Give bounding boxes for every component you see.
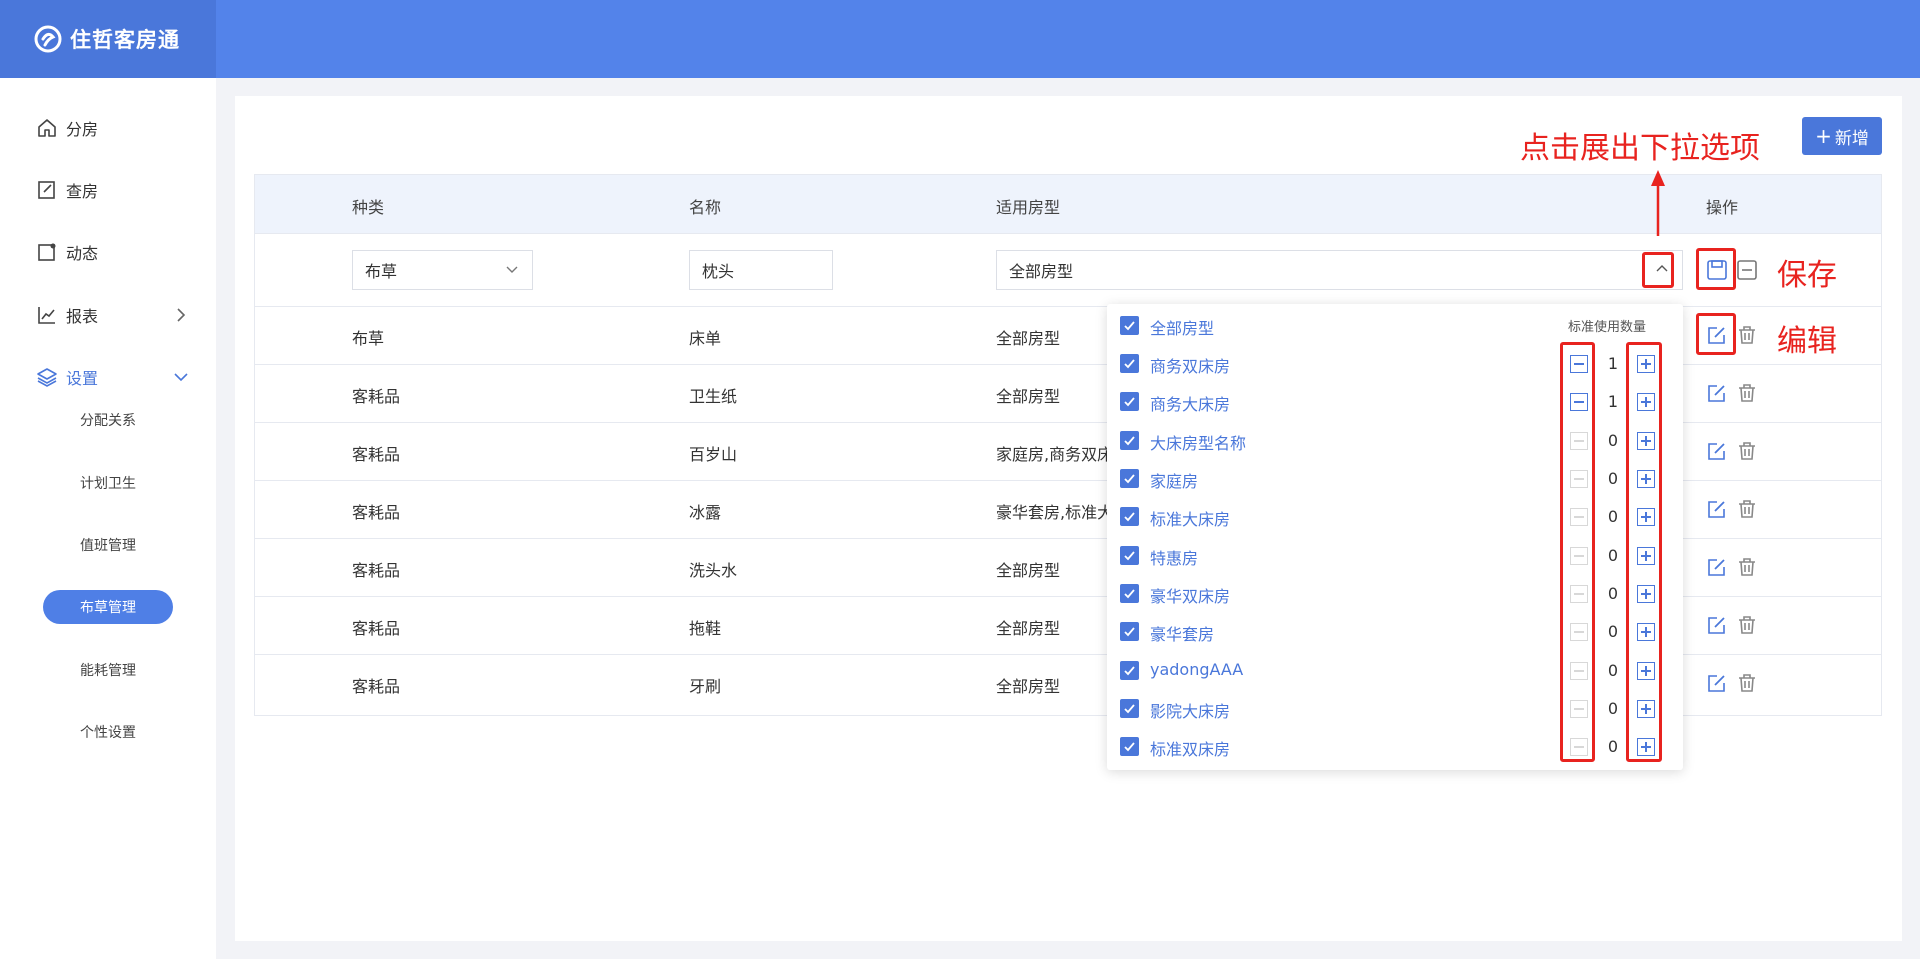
dropdown-option[interactable]: 影院大床房 0 — [1107, 690, 1683, 728]
nav-label: 查房 — [66, 182, 99, 201]
quantity-value: 0 — [1607, 469, 1619, 488]
top-bar — [0, 0, 1920, 78]
sub-item-energy[interactable]: 能耗管理 — [0, 653, 216, 687]
checkbox-checked-icon[interactable] — [1120, 316, 1139, 335]
sub-item-allocation[interactable]: 分配关系 — [0, 403, 216, 437]
dropdown-option[interactable]: 豪华套房 0 — [1107, 613, 1683, 651]
nav-label: 设置 — [66, 369, 99, 388]
delete-icon[interactable] — [1736, 556, 1758, 578]
chevron-down-icon — [506, 266, 518, 273]
checkbox-checked-icon[interactable] — [1120, 431, 1139, 450]
annotation-dropdown-hint: 点击展出下拉选项 — [1520, 131, 1760, 166]
quantity-value: 0 — [1607, 431, 1619, 450]
dropdown-option[interactable]: 特惠房 0 — [1107, 537, 1683, 575]
sub-item-cleaning-plan[interactable]: 计划卫生 — [0, 466, 216, 500]
delete-icon[interactable] — [1736, 672, 1758, 694]
cancel-icon[interactable] — [1736, 259, 1758, 281]
edit-icon[interactable] — [1706, 672, 1728, 694]
category-select[interactable]: 布草 — [352, 250, 533, 290]
add-button[interactable]: + 新增 — [1802, 117, 1882, 155]
home-icon — [36, 117, 58, 139]
quantity-value: 1 — [1607, 354, 1619, 373]
quantity-value: 0 — [1607, 622, 1619, 641]
edit-icon[interactable] — [1706, 498, 1728, 520]
header-room-types: 适用房型 — [996, 198, 1061, 217]
quantity-value: 0 — [1607, 584, 1619, 603]
checkbox-checked-icon[interactable] — [1120, 354, 1139, 373]
chart-icon — [36, 304, 58, 326]
plus-icon: + — [1815, 124, 1832, 148]
quantity-value: 0 — [1607, 546, 1619, 565]
dropdown-option[interactable]: 豪华双床房 0 — [1107, 575, 1683, 613]
annotation-arrow-up-icon — [1651, 170, 1665, 236]
dropdown-option[interactable]: 标准大床房 0 — [1107, 498, 1683, 536]
highlight-decrement-column — [1560, 342, 1595, 762]
nav-label: 动态 — [66, 244, 99, 263]
checkbox-checked-icon[interactable] — [1120, 699, 1139, 718]
nav-label: 分房 — [66, 120, 99, 139]
nav-item-activity[interactable]: 动态 — [0, 232, 216, 272]
checkbox-checked-icon[interactable] — [1120, 737, 1139, 756]
logo-icon — [34, 25, 62, 53]
delete-icon[interactable] — [1736, 614, 1758, 636]
annotation-edit: 编辑 — [1777, 324, 1837, 359]
notification-icon — [36, 241, 58, 263]
checkbox-checked-icon[interactable] — [1120, 546, 1139, 565]
nav-label: 报表 — [66, 307, 99, 326]
checkbox-checked-icon[interactable] — [1120, 661, 1139, 680]
room-types-select[interactable]: 全部房型 — [996, 250, 1683, 290]
app-title: 住哲客房通 — [70, 28, 180, 52]
sub-item-duty[interactable]: 值班管理 — [0, 528, 216, 562]
brand[interactable]: 住哲客房通 — [0, 0, 216, 78]
checkbox-checked-icon[interactable] — [1120, 507, 1139, 526]
dropdown-option[interactable]: 大床房型名称 0 — [1107, 422, 1683, 460]
quantity-value: 1 — [1607, 392, 1619, 411]
header-actions: 操作 — [1706, 198, 1739, 217]
dropdown-option[interactable]: 家庭房 0 — [1107, 460, 1683, 498]
quantity-value: 0 — [1607, 661, 1619, 680]
nav-item-assign-room[interactable]: 分房 — [0, 108, 216, 148]
sidebar: 分房 查房 动态 报表 设置 分配关系 计划卫生 值班管理 布草管理 能耗管理 … — [0, 78, 216, 959]
table-row-editing: 布草 枕头 全部房型 — [255, 233, 1881, 306]
highlight-dropdown-toggle — [1642, 252, 1674, 288]
checkbox-checked-icon[interactable] — [1120, 622, 1139, 641]
quantity-value: 0 — [1607, 699, 1619, 718]
chevron-right-icon — [177, 308, 186, 322]
nav-item-check-room[interactable]: 查房 — [0, 170, 216, 210]
quantity-value: 0 — [1607, 737, 1619, 756]
chevron-down-icon — [174, 373, 188, 382]
table-header: 种类 名称 适用房型 操作 — [255, 175, 1881, 233]
dropdown-option[interactable]: 全部房型 — [1107, 307, 1683, 345]
highlight-edit — [1696, 313, 1736, 355]
header-category: 种类 — [352, 198, 385, 217]
delete-icon[interactable] — [1736, 382, 1758, 404]
delete-icon[interactable] — [1736, 498, 1758, 520]
nav-item-reports[interactable]: 报表 — [0, 295, 216, 335]
checkbox-checked-icon[interactable] — [1120, 584, 1139, 603]
highlight-increment-column — [1626, 342, 1662, 762]
checkbox-checked-icon[interactable] — [1120, 469, 1139, 488]
header-name: 名称 — [689, 198, 722, 217]
dropdown-option[interactable]: 商务双床房 1 — [1107, 345, 1683, 383]
edit-icon[interactable] — [1706, 382, 1728, 404]
dropdown-option[interactable]: yadongAAA 0 — [1107, 652, 1683, 690]
room-types-dropdown: 标准使用数量 全部房型 商务双床房 1 商务大床房 1 大床房型名称 0 家庭房… — [1107, 304, 1683, 770]
checkbox-checked-icon[interactable] — [1120, 392, 1139, 411]
edit-icon[interactable] — [1706, 556, 1728, 578]
sub-item-personal[interactable]: 个性设置 — [0, 715, 216, 749]
edit-doc-icon — [36, 179, 58, 201]
edit-icon[interactable] — [1706, 440, 1728, 462]
edit-icon[interactable] — [1706, 614, 1728, 636]
quantity-value: 0 — [1607, 507, 1619, 526]
nav-item-settings[interactable]: 设置 — [0, 357, 216, 397]
sub-item-linen[interactable]: 布草管理 — [0, 590, 216, 624]
name-input[interactable]: 枕头 — [689, 250, 833, 290]
annotation-save: 保存 — [1777, 258, 1837, 293]
dropdown-option[interactable]: 标准双床房 0 — [1107, 728, 1683, 766]
delete-icon[interactable] — [1736, 440, 1758, 462]
layers-icon — [36, 366, 58, 388]
delete-icon[interactable] — [1736, 324, 1758, 346]
highlight-save — [1696, 248, 1736, 290]
dropdown-option[interactable]: 商务大床房 1 — [1107, 383, 1683, 421]
